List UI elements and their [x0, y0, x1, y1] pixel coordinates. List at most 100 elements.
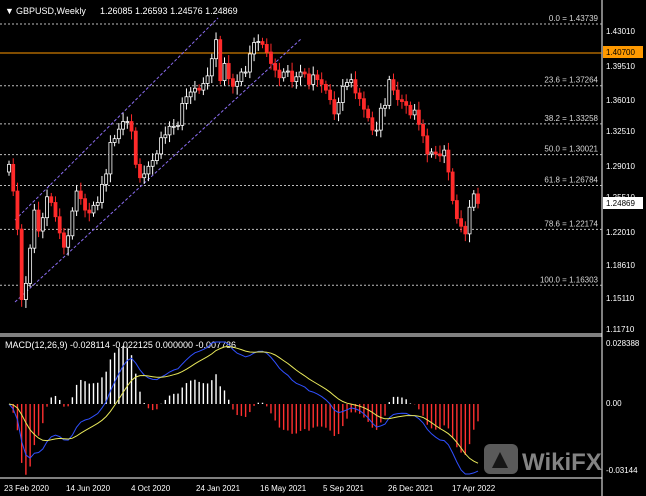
candle-body — [374, 129, 379, 132]
price-tick: 1.22010 — [606, 228, 635, 237]
candle-body — [433, 151, 438, 155]
candle-body — [429, 151, 434, 155]
price-tick-labels: 1.43010 1.39510 1.36010 1.32510 1.29010 … — [606, 27, 635, 334]
fib-level-label: 100.0 = 1.16303 — [540, 275, 599, 284]
candle-body — [53, 202, 58, 218]
candle-body — [91, 204, 96, 214]
candle-body — [349, 79, 354, 83]
macd-tick: 0.00 — [606, 399, 622, 408]
candle-body — [252, 42, 256, 55]
candle-body — [74, 190, 79, 212]
candle-body — [36, 209, 41, 232]
time-tick: 16 May 2021 — [260, 484, 307, 493]
candle-body — [239, 71, 244, 82]
wikifx-watermark: WikiFX — [484, 444, 602, 476]
fib-level-label: 61.8 = 1.26784 — [544, 175, 598, 184]
candle-body — [150, 160, 155, 167]
candlestick-series — [7, 32, 480, 308]
candle-body — [391, 79, 396, 91]
time-tick: 23 Feb 2020 — [4, 484, 49, 493]
candle-body — [235, 81, 240, 87]
candle-body — [421, 123, 425, 137]
candle-body — [395, 89, 400, 101]
candle-body — [218, 39, 223, 82]
price-tick: 1.43010 — [606, 27, 635, 36]
price-tick: 1.11710 — [606, 325, 635, 334]
price-tick: 1.36010 — [606, 96, 635, 105]
candle-body — [167, 125, 172, 136]
candle-body — [70, 210, 75, 237]
current-price-marker: 1.24869 — [603, 197, 643, 209]
candle-body — [285, 70, 290, 73]
level-price-label: 1.40700 — [606, 48, 635, 57]
candle-body — [171, 125, 176, 128]
price-tick: 1.39510 — [606, 62, 635, 71]
candle-body — [459, 218, 463, 227]
macd-line — [8, 341, 479, 475]
candle-body — [345, 82, 349, 87]
candle-body — [201, 83, 206, 91]
candle-body — [260, 41, 265, 45]
trading-chart[interactable]: 1.43010 1.39510 1.36010 1.32510 1.29010 … — [0, 0, 646, 496]
candle-body — [256, 41, 261, 43]
candle-body — [159, 137, 164, 155]
collapse-arrow-icon[interactable]: ▼ — [5, 6, 14, 16]
candle-body — [416, 109, 421, 125]
candle-body — [95, 202, 100, 206]
candle-body — [357, 92, 362, 100]
candle-body — [319, 79, 324, 85]
candle-body — [404, 101, 409, 106]
candle-body — [45, 196, 49, 219]
candle-body — [231, 78, 235, 87]
candle-body — [129, 121, 134, 132]
candle-body — [125, 121, 130, 123]
candle-body — [446, 149, 451, 173]
candle-body — [138, 163, 142, 179]
candle-body — [121, 121, 125, 130]
candle-body — [366, 108, 371, 119]
candle-body — [176, 124, 180, 127]
fibonacci-retracement[interactable]: 0.0 = 1.43739 23.6 = 1.37264 38.2 = 1.3325… — [0, 14, 602, 286]
candle-body — [146, 165, 151, 175]
candle-body — [19, 228, 24, 300]
candle-body — [269, 51, 273, 64]
macd-histogram — [12, 345, 479, 475]
channel-upper-line[interactable] — [14, 17, 219, 221]
signal-line — [8, 345, 479, 464]
candle-body — [315, 74, 320, 81]
time-tick: 26 Dec 2021 — [388, 484, 434, 493]
candle-body — [112, 138, 117, 143]
candle-body — [264, 44, 269, 53]
macd-tick: -0.03144 — [606, 466, 638, 475]
candle-body — [78, 190, 83, 200]
time-tick: 5 Sep 2021 — [323, 484, 364, 493]
price-tick: 1.15110 — [606, 294, 635, 303]
candle-body — [450, 171, 455, 201]
candle-body — [87, 209, 92, 214]
candle-body — [328, 89, 333, 101]
candle-body — [378, 107, 383, 131]
fib-level-label: 78.6 = 1.22174 — [544, 219, 598, 228]
horizontal-level-line[interactable]: 1.40700 — [0, 46, 643, 58]
current-price-label: 1.24869 — [606, 199, 635, 208]
candle-body — [184, 96, 189, 104]
fib-level-label: 0.0 = 1.43739 — [549, 14, 599, 23]
candle-body — [294, 76, 299, 82]
candle-body — [28, 247, 33, 284]
price-tick: 1.29010 — [606, 162, 635, 171]
price-axis: 1.43010 1.39510 1.36010 1.32510 1.29010 … — [601, 0, 635, 496]
candle-body — [104, 173, 109, 185]
macd-label: MACD(12,26,9) -0.028114 -0.022125 0.0000… — [5, 340, 236, 350]
candle-body — [15, 190, 20, 230]
candle-body — [133, 130, 138, 165]
candle-body — [476, 193, 480, 204]
candle-body — [193, 87, 197, 93]
fib-level-label: 23.6 = 1.37264 — [544, 76, 598, 85]
candle-body — [311, 74, 316, 85]
candle-body — [180, 103, 185, 126]
candle-body — [116, 128, 121, 140]
candle-body — [197, 87, 202, 91]
candle-body — [247, 53, 252, 73]
candle-body — [243, 71, 248, 74]
candle-body — [362, 98, 366, 110]
